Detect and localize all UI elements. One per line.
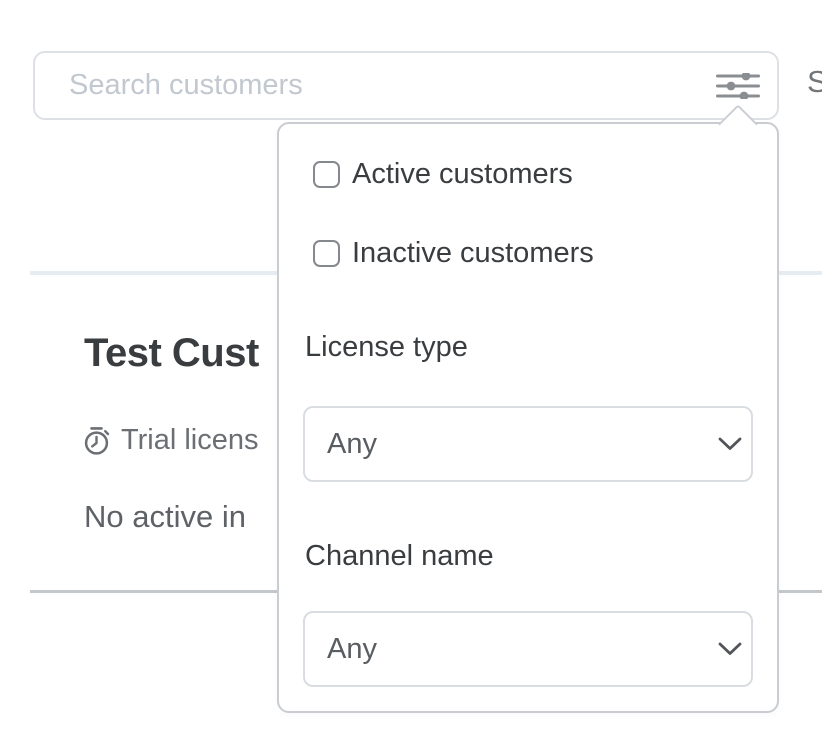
- channel-name-select[interactable]: Any: [303, 611, 753, 687]
- license-row: Trial licens: [82, 424, 259, 457]
- license-type-value: Any: [305, 430, 377, 459]
- app-screen: S Test Cust Trial licens No active in Ac…: [0, 0, 822, 756]
- license-type-select[interactable]: Any: [303, 406, 753, 482]
- channel-name-value: Any: [305, 635, 377, 664]
- active-customers-row[interactable]: Active customers: [313, 160, 573, 189]
- license-type-label: License type: [305, 330, 468, 364]
- filter-sliders-icon: [716, 73, 760, 99]
- stopwatch-icon: [82, 426, 111, 456]
- inactive-customers-checkbox[interactable]: [313, 240, 340, 267]
- filter-button[interactable]: [714, 68, 762, 104]
- active-customers-checkbox[interactable]: [313, 161, 340, 188]
- search-box: [33, 51, 779, 120]
- license-text: Trial licens: [121, 424, 259, 457]
- customer-status-text: No active in: [84, 499, 246, 535]
- filter-popover: Active customers Inactive customers Lice…: [277, 122, 779, 713]
- chevron-down-icon: [718, 437, 742, 451]
- active-customers-label: Active customers: [352, 160, 573, 189]
- clipped-right-label: S: [807, 64, 822, 100]
- chevron-down-icon: [718, 642, 742, 656]
- inactive-customers-label: Inactive customers: [352, 239, 594, 268]
- search-input[interactable]: [69, 53, 709, 118]
- channel-name-label: Channel name: [305, 539, 494, 573]
- customer-name-heading: Test Cust: [84, 331, 259, 376]
- inactive-customers-row[interactable]: Inactive customers: [313, 239, 594, 268]
